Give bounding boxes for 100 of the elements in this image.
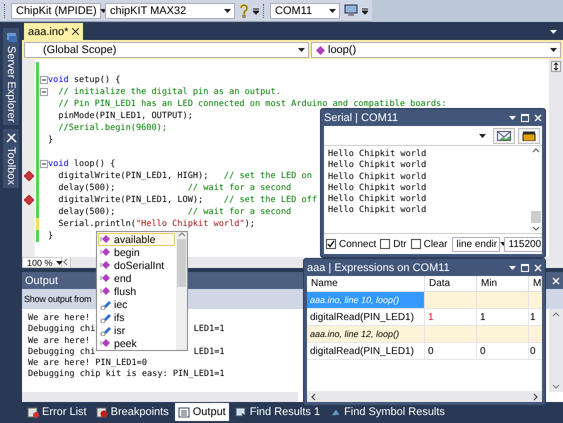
checkbox[interactable]	[380, 239, 390, 249]
scrollbar[interactable]	[549, 59, 563, 257]
scroll-up-icon[interactable]	[178, 232, 186, 237]
scrollbar[interactable]	[176, 232, 187, 350]
table-cell	[477, 326, 529, 343]
serial-line: Hello Chipkit world	[328, 160, 428, 172]
method-icon	[100, 273, 111, 284]
output-line: We are here!	[28, 336, 90, 346]
send-button[interactable]	[493, 128, 515, 144]
code-line: // initialize the digital pin as an output.	[57, 87, 281, 97]
overflow-icon[interactable]	[253, 6, 259, 14]
table-cell	[529, 292, 542, 309]
code-line: void loop() {	[48, 159, 116, 169]
side-tab[interactable]: Server Explorer	[3, 28, 19, 126]
tab-icon	[178, 406, 190, 418]
code-line: delay(500); // wait for a second	[57, 183, 292, 193]
serial-line: Hello Chipkit world	[328, 194, 428, 205]
table-cell: 0	[529, 343, 542, 360]
scroll-up-icon[interactable]	[552, 312, 560, 317]
scrollbar[interactable]	[22, 392, 298, 402]
caret-icon	[479, 134, 486, 138]
output-line: Debugging chi	[28, 346, 96, 357]
collapse-icon[interactable]	[40, 88, 48, 96]
method-icon	[100, 260, 111, 271]
toolbar-button[interactable]	[518, 128, 540, 144]
method-icon	[316, 46, 325, 54]
panel-title: Output	[25, 274, 58, 286]
checkbox[interactable]	[326, 239, 336, 249]
caret-icon	[298, 48, 305, 52]
breakpoint-icon[interactable]	[24, 171, 34, 181]
scroll-down-icon[interactable]	[552, 384, 560, 389]
overflow-icon[interactable]	[362, 6, 368, 14]
method-icon	[100, 234, 111, 245]
breakpoint-icon[interactable]	[24, 195, 34, 205]
code-line: digitalWrite(PIN_LED1, LOW); // set the LED off	[57, 195, 318, 205]
completion-item[interactable]: doSerialInt	[98, 259, 175, 272]
scroll-up-icon[interactable]	[532, 148, 540, 153]
checkbox-label: Connect	[339, 238, 376, 250]
serial-line: Hello Chipkit world	[328, 149, 428, 160]
baud-dropdown[interactable]: 115200	[504, 236, 542, 252]
scroll-right-icon[interactable]	[533, 392, 539, 400]
panel-tab[interactable]: Output	[174, 403, 229, 421]
completion-item[interactable]: peek	[98, 337, 175, 350]
dropdown-icon[interactable]	[509, 116, 516, 120]
caret-icon	[550, 48, 557, 52]
completion-item[interactable]: available	[98, 233, 175, 246]
window-title: aaa | Expressions on COM11	[307, 262, 451, 274]
code-line: pinMode(PIN_LED1, OUTPUT);	[57, 111, 193, 121]
field-icon	[100, 325, 111, 336]
collapse-icon[interactable]	[40, 76, 48, 84]
breakpoint-group-row[interactable]: aaa.ino, line 12, loop()	[307, 326, 425, 343]
output-line: LED1=1	[194, 324, 225, 334]
panel-tab[interactable]: Breakpoints	[92, 403, 172, 421]
scope-dropdown[interactable]: (Global Scope)	[24, 42, 309, 58]
dropdown-icon[interactable]	[509, 266, 516, 270]
window-title: Serial | COM11	[324, 112, 400, 124]
side-tab[interactable]: Toolbox	[3, 129, 19, 188]
checkbox[interactable]	[410, 239, 421, 249]
scroll-left-icon[interactable]	[310, 392, 316, 400]
maximize-icon[interactable]	[521, 264, 529, 272]
monitor-icon[interactable]	[344, 4, 358, 17]
completion-item[interactable]: iec	[98, 298, 175, 311]
toolbar-dropdown[interactable]: COM11	[270, 2, 340, 18]
checkbox-label: Dtr	[393, 238, 407, 250]
code-line: void setup() {	[48, 75, 120, 85]
file-tab[interactable]: aaa.ino*	[24, 23, 84, 40]
panel-tab[interactable]: Find Results 1	[232, 403, 324, 421]
table-cell	[477, 292, 529, 309]
member-dropdown[interactable]: loop()	[311, 42, 561, 58]
scrollbar-thumb[interactable]	[531, 211, 541, 223]
help-icon[interactable]	[239, 4, 249, 18]
scrollbar[interactable]	[307, 391, 542, 402]
dropdown-icon[interactable]	[550, 30, 557, 34]
tab-icon	[96, 406, 108, 418]
completion-item[interactable]: isr	[98, 324, 175, 337]
chest-icon	[522, 130, 536, 140]
close-icon[interactable]	[72, 28, 80, 35]
scroll-down-icon[interactable]	[532, 226, 540, 231]
output-line: Debugging chi	[28, 324, 96, 334]
panel-tab[interactable]: Error List	[24, 403, 90, 421]
completion-item[interactable]: flush	[98, 285, 175, 298]
split-icon[interactable]	[551, 61, 561, 72]
toolbar-dropdown[interactable]: chipKIT MAX32	[105, 2, 235, 18]
completion-item[interactable]: begin	[98, 246, 175, 259]
caret-icon	[56, 260, 63, 264]
output-line: Debugging chip kit is easy: PIN_LED1=1	[28, 369, 225, 380]
completion-item[interactable]: end	[98, 272, 175, 285]
output-line: LED1=1	[194, 346, 225, 357]
table-cell: 0	[477, 343, 529, 360]
panel-tab[interactable]: Find Symbol Results	[326, 403, 448, 421]
completion-item[interactable]: ifs	[98, 311, 175, 324]
scrollbar-thumb[interactable]	[177, 239, 186, 287]
collapse-icon[interactable]	[40, 160, 48, 168]
code-line: Serial.println("Hello Chipkit world");	[57, 219, 255, 229]
tab-icon	[27, 406, 39, 418]
maximize-icon[interactable]	[521, 114, 529, 122]
code-line: digitalWrite(PIN_LED1, HIGH); // set the LED on	[57, 171, 312, 181]
zoom-dropdown[interactable]: 100 %	[22, 257, 62, 268]
caret-icon	[224, 8, 231, 12]
scrollbar[interactable]	[549, 309, 563, 392]
